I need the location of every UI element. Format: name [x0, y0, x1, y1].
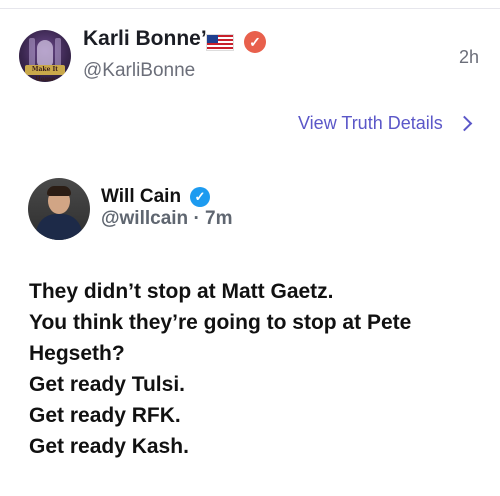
top-divider [0, 8, 500, 9]
us-flag-icon [206, 34, 234, 51]
quoted-author-avatar [28, 178, 90, 240]
text-line: Get ready Tulsi. [29, 373, 185, 396]
quoted-author-name: Will Cain [101, 186, 182, 207]
text-line: You think they’re going to stop at Pete [29, 311, 412, 334]
text-line: Get ready RFK. [29, 404, 181, 427]
post-timestamp: 2h [458, 47, 479, 67]
view-truth-details-link[interactable]: View Truth Details [298, 113, 443, 134]
quoted-post-text: They didn’t stop at Matt Gaetz. You thin… [29, 276, 411, 462]
text-line: They didn’t stop at Matt Gaetz. [29, 280, 334, 303]
quoted-handle-time: @willcain · 7m [101, 208, 233, 229]
avatar-figure [37, 40, 53, 66]
text-line: Hegseth? [29, 342, 125, 365]
avatar-banner: Make It Home [25, 65, 65, 82]
verified-check-icon: ✓ [244, 31, 266, 53]
verified-badge-icon: ✓ [190, 187, 210, 207]
text-line: Get ready Kash. [29, 435, 189, 458]
author-name[interactable]: Karli Bonne’ [83, 27, 207, 51]
avatar-shirt [36, 214, 82, 240]
chevron-right-icon[interactable] [456, 115, 473, 132]
avatar-hair [47, 186, 71, 196]
author-avatar[interactable]: Make It Home [19, 30, 71, 82]
author-handle[interactable]: @KarliBonne [83, 60, 195, 82]
